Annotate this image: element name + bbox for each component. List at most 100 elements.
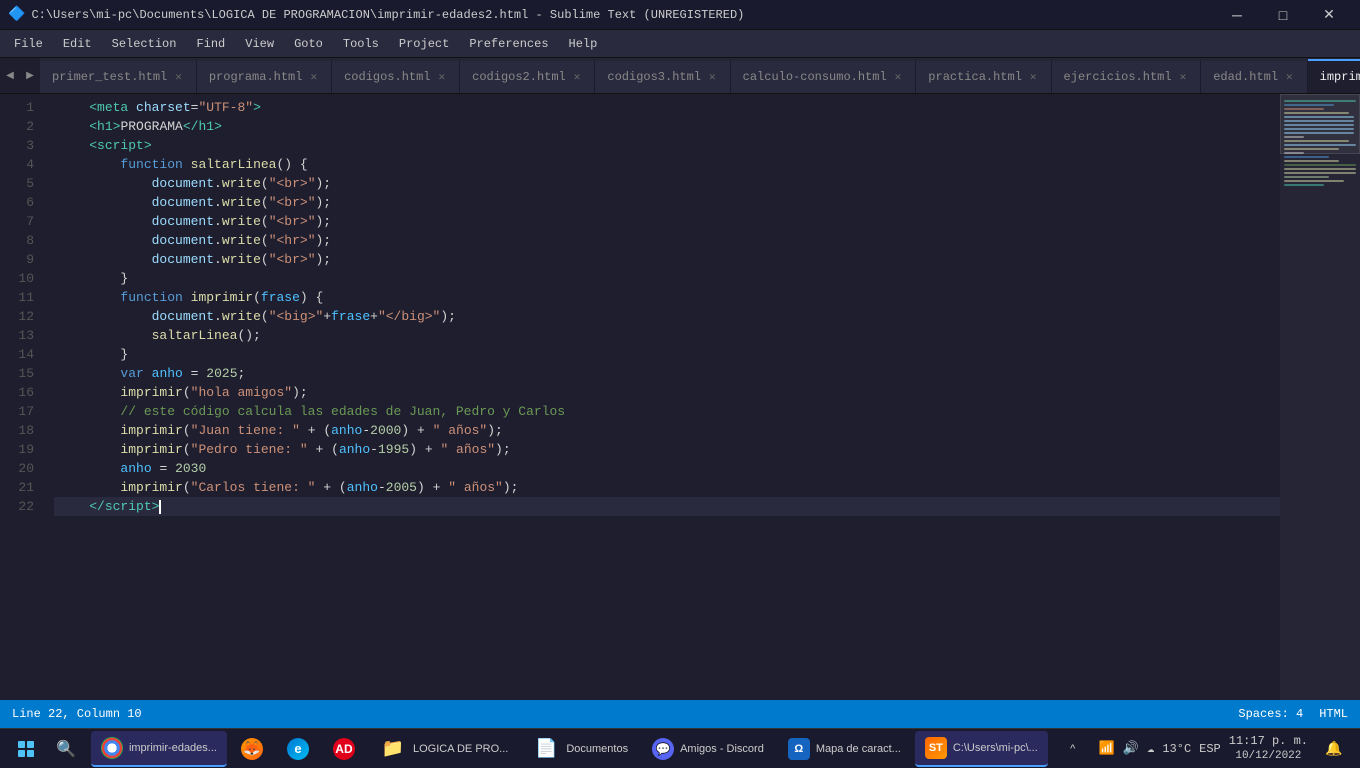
menu-goto[interactable]: Goto: [284, 33, 333, 55]
code-line-17: // este código calcula las edades de Jua…: [54, 402, 1280, 421]
code-line-7: document.write("<br>");: [54, 212, 1280, 231]
tab-codigos3[interactable]: codigos3.html ✕: [595, 61, 730, 93]
discord-icon: 💬: [652, 738, 674, 760]
tab-close-edad[interactable]: ✕: [1284, 70, 1295, 84]
status-right: Spaces: 4 HTML: [1238, 707, 1348, 721]
tab-close-programa[interactable]: ✕: [308, 70, 319, 84]
sublime-label: C:\Users\mi-pc\...: [953, 742, 1038, 754]
code-line-19: imprimir("Pedro tiene: " + (anho-1995) +…: [54, 440, 1280, 459]
title-bar-title: C:\Users\mi-pc\Documents\LOGICA DE PROGR…: [31, 8, 744, 22]
taskbar-anydesk[interactable]: AD: [323, 731, 365, 767]
taskbar-right: ^ 📶 🔊 ☁ 13°C ESP 11:17 p. m. 10/12/2022 …: [1055, 731, 1352, 767]
code-line-14: }: [54, 345, 1280, 364]
tab-edad[interactable]: edad.html ✕: [1201, 61, 1307, 93]
taskbar-chrome[interactable]: imprimir-edades...: [91, 731, 227, 767]
code-line-4: function saltarLinea() {: [54, 155, 1280, 174]
start-button[interactable]: [8, 731, 44, 767]
notifications-button[interactable]: 🔔: [1316, 731, 1352, 767]
tab-close-codigos3[interactable]: ✕: [707, 70, 718, 84]
taskbar: 🔍 imprimir-edades... 🦊 e AD 📁 LOGICA DE …: [0, 728, 1360, 768]
code-line-12: document.write("<big>"+frase+"</big>");: [54, 307, 1280, 326]
tab-practica[interactable]: practica.html ✕: [916, 61, 1051, 93]
taskbar-explorer[interactable]: 📁 LOGICA DE PRO...: [369, 731, 518, 767]
tray-network-icon[interactable]: 📶: [1099, 741, 1115, 756]
language-display[interactable]: ESP: [1199, 742, 1221, 756]
minimize-button[interactable]: ─: [1214, 0, 1260, 30]
code-line-5: document.write("<br>");: [54, 174, 1280, 193]
tab-close-calculo[interactable]: ✕: [893, 70, 904, 84]
search-button[interactable]: 🔍: [48, 731, 84, 767]
title-bar-left: 🔷 C:\Users\mi-pc\Documents\LOGICA DE PRO…: [8, 6, 744, 23]
taskbar-mapchars[interactable]: Ω Mapa de caract...: [778, 731, 911, 767]
tab-close-practica[interactable]: ✕: [1028, 70, 1039, 84]
tray-volume-icon[interactable]: 🔊: [1123, 741, 1139, 756]
tab-close-codigos[interactable]: ✕: [437, 70, 448, 84]
code-line-3: <script>: [54, 136, 1280, 155]
menu-tools[interactable]: Tools: [333, 33, 389, 55]
status-left: Line 22, Column 10: [12, 707, 142, 721]
tab-primer-test[interactable]: primer_test.html ✕: [40, 61, 197, 93]
title-bar: 🔷 C:\Users\mi-pc\Documents\LOGICA DE PRO…: [0, 0, 1360, 30]
menu-file[interactable]: File: [4, 33, 53, 55]
menu-selection[interactable]: Selection: [102, 33, 187, 55]
menu-help[interactable]: Help: [559, 33, 608, 55]
tab-nav-left[interactable]: ◀: [0, 58, 20, 93]
docs-icon: 📄: [532, 735, 560, 763]
taskbar-docs[interactable]: 📄 Documentos: [522, 731, 638, 767]
windows-logo-icon: [18, 741, 34, 757]
menu-edit[interactable]: Edit: [53, 33, 102, 55]
code-area[interactable]: <meta charset="UTF-8"> <h1>PROGRAMA</h1>…: [42, 94, 1280, 700]
code-line-13: saltarLinea();: [54, 326, 1280, 345]
code-line-10: }: [54, 269, 1280, 288]
tab-imprimir-edades2[interactable]: imprimir-edades2.html ✕: [1308, 59, 1360, 93]
close-button[interactable]: ✕: [1306, 0, 1352, 30]
code-line-11: function imprimir(frase) {: [54, 288, 1280, 307]
explorer-label: LOGICA DE PRO...: [413, 743, 508, 755]
tab-codigos2[interactable]: codigos2.html ✕: [460, 61, 595, 93]
title-bar-controls: ─ □ ✕: [1214, 0, 1352, 30]
code-line-6: document.write("<br>");: [54, 193, 1280, 212]
taskbar-sublime[interactable]: ST C:\Users\mi-pc\...: [915, 731, 1048, 767]
chrome-label: imprimir-edades...: [129, 742, 217, 754]
status-encoding[interactable]: HTML: [1319, 707, 1348, 721]
tab-close-primer-test[interactable]: ✕: [173, 70, 184, 84]
minimap: [1280, 94, 1360, 700]
tabs-bar: ◀ ▶ primer_test.html ✕ programa.html ✕ c…: [0, 58, 1360, 94]
tab-close-ejercicios[interactable]: ✕: [1178, 70, 1189, 84]
taskbar-firefox[interactable]: 🦊: [231, 731, 273, 767]
menu-find[interactable]: Find: [186, 33, 235, 55]
taskbar-left: 🔍: [8, 731, 84, 767]
tab-ejercicios[interactable]: ejercicios.html ✕: [1052, 61, 1202, 93]
edge-icon: e: [287, 738, 309, 760]
status-spaces[interactable]: Spaces: 4: [1238, 707, 1303, 721]
menu-project[interactable]: Project: [389, 33, 459, 55]
status-line-col[interactable]: Line 22, Column 10: [12, 707, 142, 721]
time-display: 11:17 p. m.: [1229, 734, 1308, 750]
menu-view[interactable]: View: [235, 33, 284, 55]
status-bar: Line 22, Column 10 Spaces: 4 HTML: [0, 700, 1360, 728]
taskbar-discord[interactable]: 💬 Amigos - Discord: [642, 731, 774, 767]
sublime-icon: ST: [925, 737, 947, 759]
code-line-1: <meta charset="UTF-8">: [54, 98, 1280, 117]
menu-preferences[interactable]: Preferences: [459, 33, 558, 55]
tab-close-codigos2[interactable]: ✕: [572, 70, 583, 84]
tab-programa[interactable]: programa.html ✕: [197, 61, 332, 93]
clock[interactable]: 11:17 p. m. 10/12/2022: [1229, 734, 1308, 764]
tab-nav-right[interactable]: ▶: [20, 58, 40, 93]
code-line-8: document.write("<hr>");: [54, 231, 1280, 250]
mapchars-label: Mapa de caract...: [816, 743, 901, 755]
editor-container: 12345 678910 1112131415 1617181920 2122 …: [0, 94, 1360, 700]
taskbar-edge[interactable]: e: [277, 731, 319, 767]
docs-label: Documentos: [566, 743, 628, 755]
app-icon-small: 🔷: [8, 6, 25, 23]
tab-calculo-consumo[interactable]: calculo-consumo.html ✕: [731, 61, 917, 93]
weather-icon[interactable]: ☁: [1147, 741, 1154, 756]
date-display: 10/12/2022: [1229, 749, 1308, 763]
tray-icons-button[interactable]: ^: [1055, 731, 1091, 767]
line-numbers: 12345 678910 1112131415 1617181920 2122: [0, 94, 42, 700]
maximize-button[interactable]: □: [1260, 0, 1306, 30]
temperature-display: 13°C: [1162, 742, 1191, 756]
code-line-21: imprimir("Carlos tiene: " + (anho-2005) …: [54, 478, 1280, 497]
tab-codigos[interactable]: codigos.html ✕: [332, 61, 460, 93]
mapchars-icon: Ω: [788, 738, 810, 760]
